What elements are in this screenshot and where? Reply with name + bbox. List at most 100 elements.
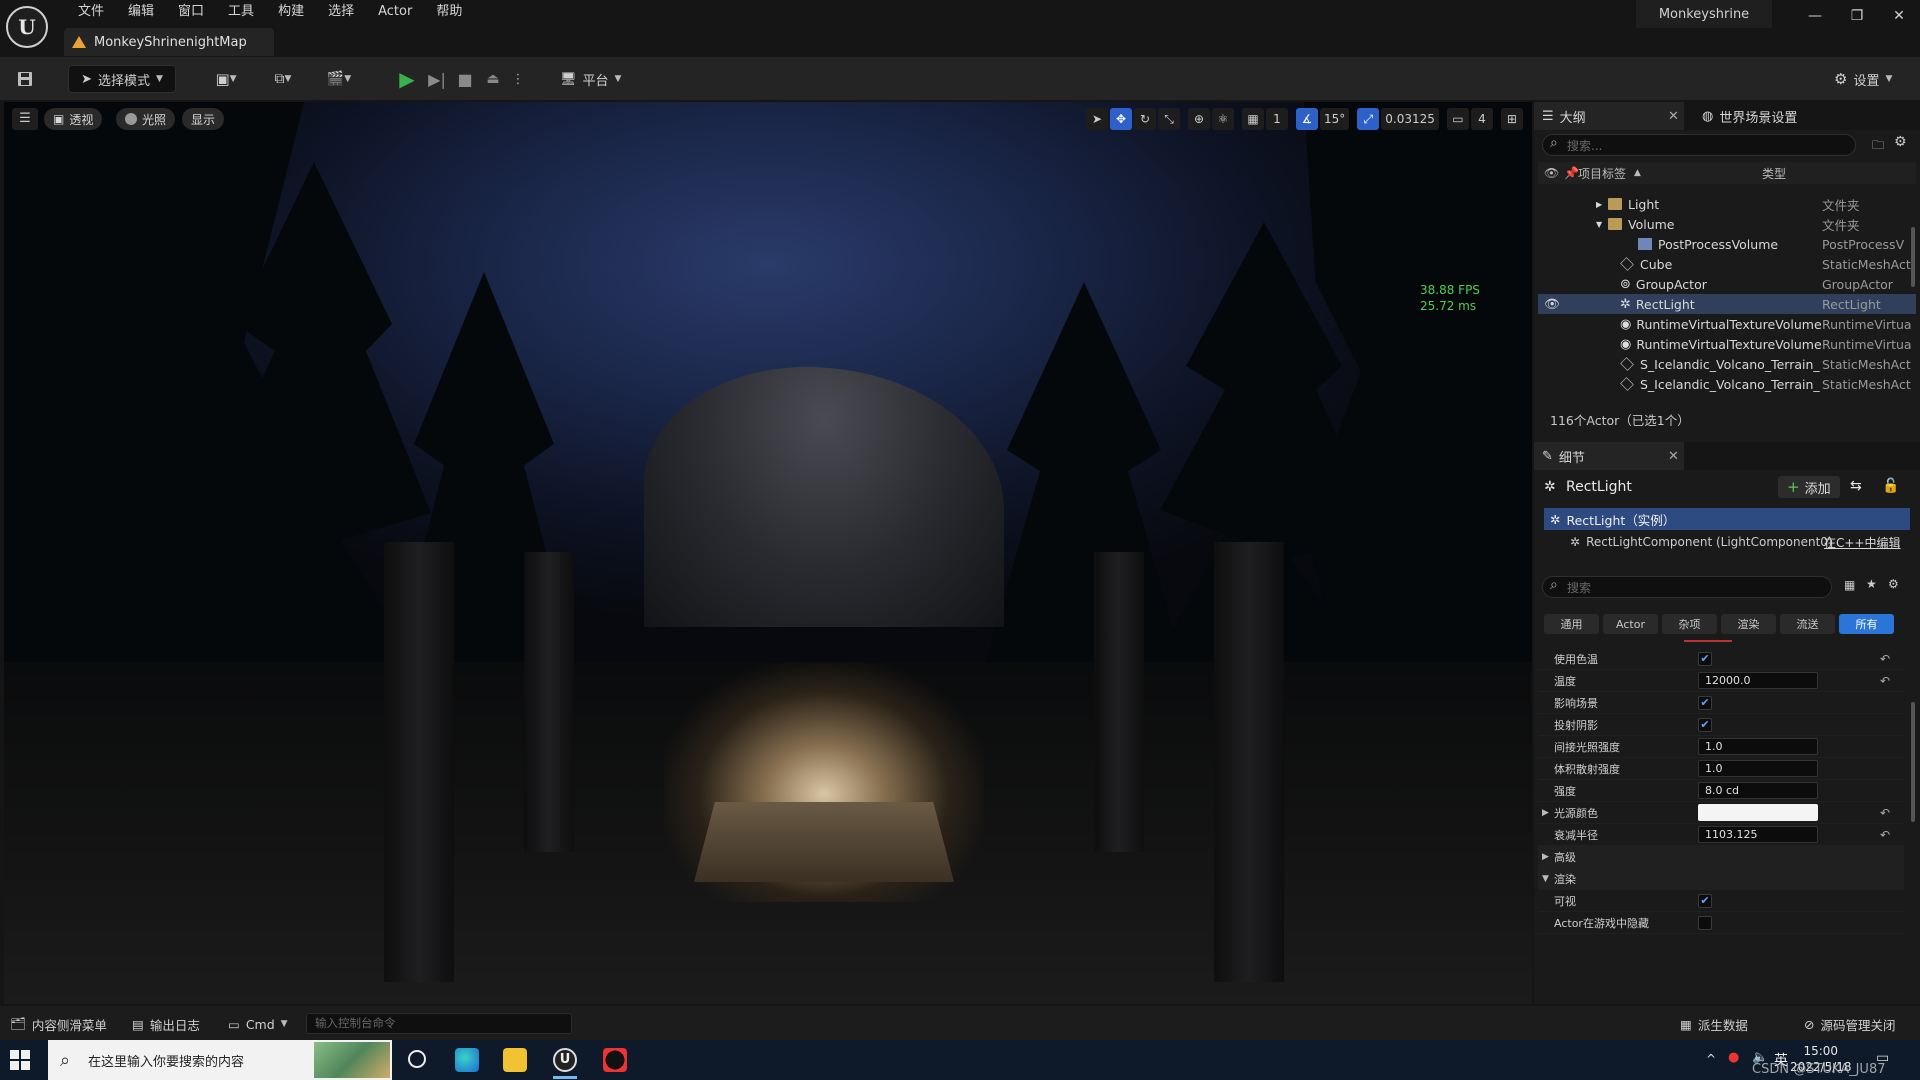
star-icon[interactable]: ★ (1866, 577, 1877, 591)
close-icon[interactable]: ✕ (1668, 449, 1679, 464)
temperature-field[interactable]: 12000.0 (1698, 672, 1818, 689)
blueprint-convert-icon[interactable]: ⇆ (1850, 478, 1862, 494)
component-instance-row[interactable]: ✲ RectLight（实例） (1544, 508, 1910, 530)
menu-actor[interactable]: Actor (366, 2, 424, 22)
details-scrollbar[interactable] (1911, 702, 1915, 822)
column-label-header[interactable]: 项目标签 (1578, 165, 1626, 182)
lock-icon[interactable]: 🔓 (1882, 478, 1899, 494)
save-icon[interactable] (12, 65, 38, 93)
output-log-button[interactable]: ▤ 输出日志 (132, 1014, 200, 1034)
reset-icon[interactable]: ↶ (1880, 652, 1890, 666)
column-type-header[interactable]: 类型 (1762, 165, 1786, 182)
derived-data-button[interactable]: ▦ 派生数据 (1680, 1014, 1748, 1034)
outliner-row[interactable]: ◉ RuntimeVirtualTextureVolume RuntimeVirt… (1538, 334, 1916, 354)
blueprint-button[interactable]: ⧉ ▼ (262, 65, 304, 93)
rotate-tool-icon[interactable]: ↻ (1134, 108, 1156, 130)
close-button[interactable]: ✕ (1884, 6, 1914, 26)
scale-snap-icon[interactable]: ⤢ (1357, 108, 1380, 130)
scale-snap-value[interactable]: 0.03125 (1381, 108, 1439, 130)
world-space-icon[interactable]: ⊕ (1188, 108, 1210, 130)
add-actor-button[interactable]: ▣ ▼ (206, 65, 246, 93)
gear-icon[interactable]: ⚙ (1888, 577, 1899, 591)
chevron-right-icon[interactable]: ▶ (1542, 808, 1549, 818)
tab-details[interactable]: ✎ 细节 ✕ (1534, 442, 1684, 470)
step-icon[interactable]: ▶| (424, 65, 450, 93)
outliner-row[interactable]: ▶ Light 文件夹 (1538, 194, 1916, 214)
folder-add-icon[interactable]: 🗀 (1872, 136, 1884, 157)
surface-snap-icon[interactable]: ⚛ (1212, 108, 1234, 130)
eye-icon[interactable]: 👁 (1544, 166, 1559, 180)
viewport-layout-icon[interactable]: ⊞ (1500, 108, 1523, 130)
intensity-field[interactable]: 8.0 cd (1698, 782, 1818, 799)
camera-speed-value[interactable]: 4 (1470, 108, 1493, 130)
menu-tools[interactable]: 工具 (216, 2, 266, 22)
close-icon[interactable]: ✕ (1668, 109, 1679, 124)
outliner-row[interactable]: ◉ RuntimeVirtualTextureVolume RuntimeVirt… (1538, 314, 1916, 334)
outliner-row[interactable]: ▼ Volume 文件夹 (1538, 214, 1916, 234)
light-color-swatch[interactable] (1698, 804, 1818, 821)
angle-snap-icon[interactable]: ∡ (1296, 108, 1318, 130)
reset-icon[interactable]: ↶ (1880, 806, 1890, 820)
unreal-engine-taskbar-icon[interactable]: U (553, 1048, 577, 1072)
menu-file[interactable]: 文件 (66, 2, 116, 22)
reset-icon[interactable]: ↶ (1880, 828, 1890, 842)
chevron-right-icon[interactable]: ▶ (1596, 200, 1602, 209)
volumetric-scattering-field[interactable]: 1.0 (1698, 760, 1818, 777)
attenuation-radius-field[interactable]: 1103.125 (1698, 826, 1818, 843)
use-temperature-checkbox[interactable]: ✔ (1698, 651, 1712, 666)
windows-start-icon[interactable] (10, 1050, 30, 1070)
level-viewport[interactable]: ☰ ▣ 透视 光照 显示 ➤ ✥ ↻ ⤡ ⊕ ⚛ ▦ 1 ∡ 15° ⤢ 0.03… (4, 102, 1532, 1004)
lighting-mode-button[interactable]: 光照 (116, 108, 176, 130)
outliner-row[interactable]: PostProcessVolume PostProcessV (1538, 234, 1916, 254)
tab-level-map[interactable]: MonkeyShrinenightMap (64, 28, 274, 56)
cast-shadows-checkbox[interactable]: ✔ (1698, 717, 1712, 732)
content-drawer-button[interactable]: 🗂 内容侧滑菜单 (10, 1014, 107, 1034)
tab-world-settings[interactable]: ◍ 世界场景设置 (1694, 102, 1854, 130)
add-component-button[interactable]: + 添加 (1778, 476, 1840, 498)
stop-icon[interactable]: ■ (452, 65, 478, 93)
select-mode-dropdown[interactable]: ➤ 选择模式 ▼ (68, 65, 176, 93)
edge-browser-icon[interactable] (455, 1048, 479, 1072)
translate-tool-icon[interactable]: ✥ (1110, 108, 1132, 130)
gear-icon[interactable]: ⚙ (1894, 134, 1907, 150)
unreal-logo-icon[interactable]: U (6, 6, 48, 48)
tray-qq-icon[interactable]: ● (1728, 1050, 1739, 1065)
component-row[interactable]: ✲ RectLightComponent (LightComponent0) 在… (1570, 532, 1914, 552)
notification-icon[interactable]: ▭ (1876, 1050, 1889, 1066)
outliner-row[interactable]: S_Icelandic_Volcano_Terrain_ StaticMeshA… (1538, 354, 1916, 374)
source-control-button[interactable]: ⊘ 源码管理关闭 (1804, 1014, 1896, 1034)
edit-in-cpp-link[interactable]: 在C++中编辑 (1824, 534, 1901, 551)
section-rendering[interactable]: ▼ 渲染 (1538, 868, 1904, 890)
menu-help[interactable]: 帮助 (424, 2, 474, 22)
platform-dropdown[interactable]: 🖥 平台 ▼ (560, 65, 621, 93)
show-button[interactable]: 显示 (182, 108, 225, 130)
filter-all[interactable]: 所有 (1839, 614, 1894, 634)
outliner-scrollbar[interactable] (1911, 227, 1915, 287)
menu-build[interactable]: 构建 (266, 2, 316, 22)
reset-icon[interactable]: ↶ (1880, 674, 1890, 688)
console-command-input[interactable]: 输入控制台命令 (306, 1013, 572, 1034)
perspective-button[interactable]: ▣ 透视 (44, 108, 103, 130)
menu-edit[interactable]: 编辑 (116, 2, 166, 22)
outliner-search-input[interactable]: 搜索... (1542, 134, 1856, 156)
viewport-menu-icon[interactable]: ☰ (12, 108, 38, 130)
cinematics-button[interactable]: 🎬 ▼ (318, 65, 360, 93)
play-icon[interactable]: ▶ (394, 65, 420, 93)
tab-outliner[interactable]: ☰ 大纲 ✕ (1534, 102, 1684, 130)
details-search-input[interactable]: 搜索 (1542, 576, 1832, 598)
chevron-down-icon[interactable]: ▼ (1596, 220, 1602, 229)
filter-general[interactable]: 通用 (1544, 614, 1599, 634)
filter-misc[interactable]: 杂项 (1662, 614, 1717, 634)
hidden-in-game-checkbox[interactable] (1698, 915, 1712, 930)
tray-chevron-up-icon[interactable]: ^ (1706, 1052, 1716, 1066)
grid-snap-value[interactable]: 1 (1266, 108, 1288, 130)
grid-snap-icon[interactable]: ▦ (1242, 108, 1264, 130)
menu-window[interactable]: 窗口 (166, 2, 216, 22)
filter-rendering[interactable]: 渲染 (1721, 614, 1776, 634)
menu-select[interactable]: 选择 (316, 2, 366, 22)
outliner-row[interactable]: S_Icelandic_Volcano_Terrain_ StaticMeshA… (1538, 374, 1916, 394)
eye-icon[interactable]: 👁 (1544, 296, 1560, 312)
select-tool-icon[interactable]: ➤ (1086, 108, 1108, 130)
camera-speed-icon[interactable]: ▭ (1446, 108, 1469, 130)
filter-streaming[interactable]: 流送 (1780, 614, 1835, 634)
